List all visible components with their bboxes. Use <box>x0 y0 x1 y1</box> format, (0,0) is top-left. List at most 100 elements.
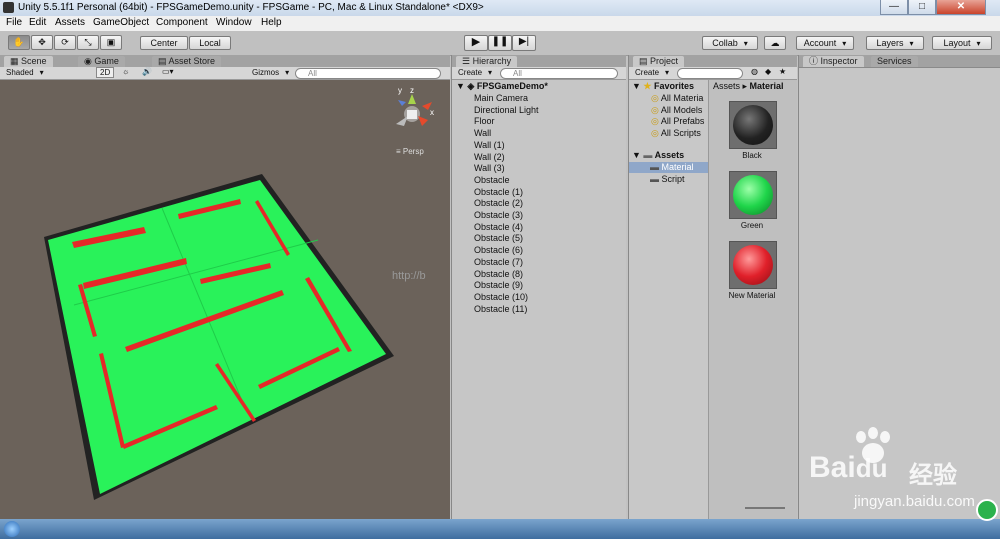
layout-dropdown[interactable]: Layout <box>932 36 992 50</box>
tab-asset-store[interactable]: ▤ Asset Store <box>152 56 222 67</box>
play-button[interactable]: ▶ <box>464 35 488 51</box>
hierarchy-item[interactable]: Floor <box>474 116 495 126</box>
breadcrumb-material[interactable]: Material <box>750 81 784 91</box>
lighting-icon[interactable]: ☼ <box>122 67 129 76</box>
hierarchy-item[interactable]: Obstacle (5) <box>474 233 523 243</box>
center-label: Center <box>150 38 178 48</box>
collab-dropdown[interactable]: Collab <box>702 36 758 50</box>
folder-material[interactable]: ▬ Material <box>629 162 708 173</box>
maximize-button[interactable]: □ <box>908 0 936 15</box>
hierarchy-item[interactable]: Obstacle (2) <box>474 198 523 208</box>
hierarchy-item[interactable]: Obstacle (1) <box>474 187 523 197</box>
step-button[interactable]: ▶| <box>512 35 536 51</box>
effects-icon[interactable]: ▭▾ <box>162 67 174 76</box>
pivot-center-button[interactable]: Center <box>140 36 188 50</box>
favorites-node[interactable]: ▼ ★ Favorites <box>632 81 694 92</box>
hierarchy-item[interactable]: Main Camera <box>474 93 528 103</box>
tab-project[interactable]: ▤ Project <box>633 56 685 67</box>
menu-file[interactable]: File <box>6 17 22 28</box>
close-button[interactable]: ✕ <box>936 0 986 15</box>
hierarchy-item[interactable]: Obstacle (10) <box>474 292 528 302</box>
material-thumb-green[interactable] <box>729 171 777 219</box>
project-search-input[interactable] <box>677 68 743 79</box>
hierarchy-create-dropdown[interactable]: Create <box>458 68 492 77</box>
favorite-all-prefabs[interactable]: ◎ All Prefabs <box>651 116 704 127</box>
baidu-watermark: Baidu 经验 jingyan.baidu.com <box>809 427 999 515</box>
main-toolbar: ✋ ✥ ⟳ ⤡ ▣ Center Local ▶ ❚❚ ▶| Collab ☁ … <box>0 31 1000 56</box>
start-button-icon[interactable] <box>4 521 20 537</box>
folder-script[interactable]: ▬ Script <box>650 174 685 184</box>
menu-window[interactable]: Window <box>216 17 252 28</box>
project-content: Assets ▸ Material Black Green New Materi… <box>709 80 797 519</box>
tab-inspector[interactable]: ⓘ Inspector <box>803 56 864 67</box>
rotate-tool-icon[interactable]: ⟳ <box>54 35 76 50</box>
menu-bar: File Edit Assets GameObject Component Wi… <box>0 16 1000 31</box>
favorite-all-models[interactable]: ◎ All Models <box>651 105 702 116</box>
move-tool-icon[interactable]: ✥ <box>31 35 53 50</box>
material-thumb-new-material[interactable] <box>729 241 777 289</box>
hierarchy-item[interactable]: Wall (2) <box>474 152 505 162</box>
breadcrumb: Assets ▸ Material <box>713 81 784 91</box>
scale-tool-icon[interactable]: ⤡ <box>77 35 99 50</box>
favorite-star-icon[interactable]: ★ <box>779 67 786 76</box>
menu-component[interactable]: Component <box>156 17 208 28</box>
hierarchy-item[interactable]: Obstacle (6) <box>474 245 523 255</box>
gizmos-dropdown[interactable]: Gizmos <box>252 68 289 77</box>
hierarchy-item[interactable]: Wall (3) <box>474 163 505 173</box>
favorite-all-scripts[interactable]: ◎ All Scripts <box>651 128 701 139</box>
hierarchy-item[interactable]: Directional Light <box>474 105 539 115</box>
os-taskbar <box>0 499 1000 539</box>
account-dropdown[interactable]: Account <box>796 36 854 50</box>
material-label-green: Green <box>740 221 764 230</box>
menu-help[interactable]: Help <box>261 17 282 28</box>
thumbnail-size-slider[interactable] <box>745 507 785 509</box>
persp-label[interactable]: ≡ Persp <box>396 147 424 156</box>
favorite-all-materials[interactable]: ◎ All Materia <box>651 93 703 104</box>
hierarchy-item[interactable]: Obstacle (4) <box>474 222 523 232</box>
project-tree: ▼ ★ Favorites ◎ All Materia ◎ All Models… <box>629 80 709 519</box>
gizmo-axis-z: z <box>410 86 414 95</box>
breadcrumb-assets[interactable]: Assets <box>713 81 740 91</box>
hierarchy-item[interactable]: Obstacle <box>474 175 510 185</box>
account-label: Account <box>803 38 837 48</box>
audio-icon[interactable]: 🔊 <box>142 67 152 76</box>
filter-label-icon[interactable]: ◆ <box>765 67 771 76</box>
cloud-icon[interactable]: ☁ <box>764 36 786 50</box>
tab-scene[interactable]: ▦ Scene <box>4 56 53 67</box>
hierarchy-search-input[interactable]: All <box>500 68 618 79</box>
tab-services[interactable]: Services <box>871 56 918 67</box>
filter-type-icon[interactable]: ◍ <box>751 67 758 76</box>
hierarchy-item[interactable]: Obstacle (11) <box>474 304 527 314</box>
menu-edit[interactable]: Edit <box>29 17 46 28</box>
2d-toggle[interactable]: 2D <box>96 67 115 78</box>
material-thumb-black[interactable] <box>729 101 777 149</box>
pivot-local-button[interactable]: Local <box>189 36 231 50</box>
tab-hierarchy[interactable]: ☰ Hierarchy <box>456 56 518 67</box>
red-sphere-icon <box>733 245 773 285</box>
minimize-button[interactable]: — <box>880 0 908 15</box>
hand-tool-icon[interactable]: ✋ <box>8 35 30 50</box>
inspector-tabbar: ⓘ Inspector Services <box>799 55 1000 68</box>
rect-tool-icon[interactable]: ▣ <box>100 35 122 50</box>
hierarchy-item[interactable]: Obstacle (9) <box>474 280 523 290</box>
menu-assets[interactable]: Assets <box>55 17 85 28</box>
tab-game[interactable]: ◉ Game <box>78 56 125 67</box>
project-create-dropdown[interactable]: Create <box>635 68 669 77</box>
hierarchy-item[interactable]: Obstacle (3) <box>474 210 523 220</box>
hierarchy-item[interactable]: Wall <box>474 128 491 138</box>
scene-search-input[interactable]: All <box>295 68 441 79</box>
shading-dropdown[interactable]: Shaded <box>6 68 44 77</box>
scene-panel: ▦ Scene ◉ Game ▤ Asset Store Shaded 2D ☼… <box>0 55 450 519</box>
assets-node[interactable]: ▼ ▬ Assets <box>632 150 684 160</box>
hierarchy-item[interactable]: Obstacle (8) <box>474 269 523 279</box>
hierarchy-item[interactable]: Obstacle (7) <box>474 257 523 267</box>
layers-dropdown[interactable]: Layers <box>866 36 924 50</box>
baidu-jingyan-text: 经验 <box>909 462 957 489</box>
menu-gameobject[interactable]: GameObject <box>93 17 149 28</box>
layout-label: Layout <box>943 38 971 48</box>
hierarchy-panel: ☰ Hierarchy Create All ▼ ◈ FPSGameDemo* … <box>451 55 626 519</box>
scene-viewport[interactable]: y z x ≡ Persp http://b <box>0 80 450 519</box>
hierarchy-item[interactable]: Wall (1) <box>474 140 505 150</box>
pause-button[interactable]: ❚❚ <box>488 35 512 51</box>
scene-root-item[interactable]: ▼ ◈ FPSGameDemo* <box>456 81 548 92</box>
